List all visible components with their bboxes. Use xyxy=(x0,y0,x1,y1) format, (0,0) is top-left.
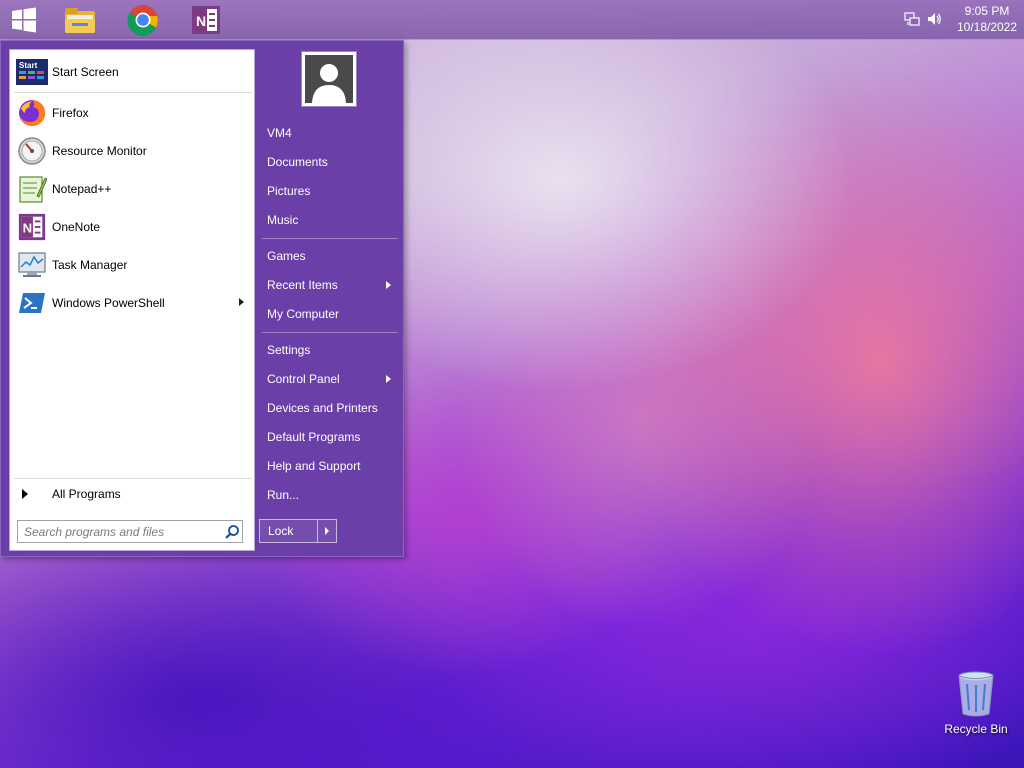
start-screen-badge: Start xyxy=(19,61,38,70)
right-item-label: Music xyxy=(267,213,299,227)
program-windows-powershell[interactable]: Windows PowerShell xyxy=(14,285,252,321)
program-label: Notepad++ xyxy=(52,182,112,196)
submenu-arrow-icon xyxy=(386,375,391,383)
right-item-label: Settings xyxy=(267,343,311,357)
chrome-icon xyxy=(127,5,158,36)
all-programs-label: All Programs xyxy=(52,487,121,501)
right-item-recent-items[interactable]: Recent Items xyxy=(260,272,398,298)
desktop-icon-recycle-bin[interactable]: Recycle Bin xyxy=(940,668,1012,742)
power-button-group: Lock xyxy=(259,519,337,543)
program-resource-monitor[interactable]: Resource Monitor xyxy=(14,133,252,169)
program-start-screen[interactable]: Start Start Screen xyxy=(14,54,252,90)
all-programs-button[interactable]: All Programs xyxy=(14,482,252,506)
right-item-label: Documents xyxy=(267,155,328,169)
search-input[interactable] xyxy=(24,521,220,542)
separator xyxy=(262,238,398,239)
volume-icon[interactable] xyxy=(926,11,942,27)
program-label: Start Screen xyxy=(52,65,119,79)
right-item-label: Run... xyxy=(267,488,300,502)
svg-text:N: N xyxy=(196,13,206,29)
lock-label: Lock xyxy=(268,524,294,538)
svg-text:N: N xyxy=(23,221,32,236)
program-label: Windows PowerShell xyxy=(52,296,165,310)
right-item-control-panel[interactable]: Control Panel xyxy=(260,366,398,392)
right-item-label: My Computer xyxy=(267,307,340,321)
folder-icon xyxy=(65,8,95,33)
file-explorer-button[interactable] xyxy=(60,2,100,38)
user-avatar[interactable] xyxy=(301,51,357,107)
program-label: OneNote xyxy=(52,220,101,234)
firefox-icon xyxy=(16,97,48,129)
program-label: Resource Monitor xyxy=(52,144,147,158)
right-item-label: Help and Support xyxy=(267,459,361,473)
network-icon[interactable] xyxy=(904,11,920,27)
desktop-icon-label: Recycle Bin xyxy=(944,722,1008,736)
start-button[interactable] xyxy=(4,2,44,38)
recycle-bin-icon xyxy=(958,671,994,717)
task-manager-icon xyxy=(16,249,48,281)
onenote-icon: N xyxy=(192,6,220,34)
start-screen-icon: Start xyxy=(16,56,48,88)
start-menu: Start Start Screen Firefox Resource Moni… xyxy=(0,40,404,557)
right-item-label: Games xyxy=(267,249,306,263)
right-item-devices-and-printers[interactable]: Devices and Printers xyxy=(260,395,398,421)
user-avatar-icon xyxy=(305,55,353,103)
right-item-games[interactable]: Games xyxy=(260,243,398,269)
program-onenote[interactable]: N OneNote xyxy=(14,209,252,245)
right-item-default-programs[interactable]: Default Programs xyxy=(260,424,398,450)
notepad-plus-plus-icon xyxy=(16,173,48,205)
right-arrow-icon xyxy=(325,527,329,535)
right-item-documents[interactable]: Documents xyxy=(260,149,398,175)
separator xyxy=(262,332,398,333)
powershell-icon xyxy=(16,287,48,319)
right-arrow-icon xyxy=(22,489,28,499)
right-item-run[interactable]: Run... xyxy=(260,482,398,508)
right-item-vm4[interactable]: VM4 xyxy=(260,120,398,146)
onenote-button[interactable]: N xyxy=(186,2,226,38)
windows-logo-icon xyxy=(12,7,36,33)
onenote-icon: N xyxy=(16,211,48,243)
right-item-label: Pictures xyxy=(267,184,311,198)
right-item-label: Devices and Printers xyxy=(267,401,378,415)
right-item-pictures[interactable]: Pictures xyxy=(260,178,398,204)
program-task-manager[interactable]: Task Manager xyxy=(14,247,252,283)
right-item-label: Control Panel xyxy=(267,372,340,386)
start-menu-programs-pane: Start Start Screen Firefox Resource Moni… xyxy=(9,49,255,551)
submenu-arrow-icon xyxy=(239,298,244,306)
chrome-button[interactable] xyxy=(123,2,163,38)
search-box xyxy=(17,520,243,543)
program-notepad-plus-plus[interactable]: Notepad++ xyxy=(14,171,252,207)
right-item-help-and-support[interactable]: Help and Support xyxy=(260,453,398,479)
submenu-arrow-icon xyxy=(386,281,391,289)
taskbar-clock[interactable]: 9:05 PM 10/18/2022 xyxy=(954,3,1020,35)
taskbar: N 9:05 PM 10/18/2022 xyxy=(0,0,1024,40)
right-item-label: VM4 xyxy=(267,126,292,140)
clock-date: 10/18/2022 xyxy=(956,20,1018,34)
clock-time: 9:05 PM xyxy=(964,4,1010,18)
program-label: Task Manager xyxy=(52,258,128,272)
right-item-label: Default Programs xyxy=(267,430,361,444)
right-item-label: Recent Items xyxy=(267,278,338,292)
resource-monitor-icon xyxy=(16,135,48,167)
program-label: Firefox xyxy=(52,106,89,120)
separator xyxy=(14,478,252,479)
system-tray: 9:05 PM 10/18/2022 xyxy=(884,0,1024,40)
right-item-music[interactable]: Music xyxy=(260,207,398,233)
program-firefox[interactable]: Firefox xyxy=(14,95,252,131)
power-options-button[interactable] xyxy=(318,520,336,542)
right-item-settings[interactable]: Settings xyxy=(260,337,398,363)
separator xyxy=(14,92,252,93)
right-item-my-computer[interactable]: My Computer xyxy=(260,301,398,327)
lock-button[interactable]: Lock xyxy=(260,520,317,542)
search-icon[interactable] xyxy=(224,524,240,540)
